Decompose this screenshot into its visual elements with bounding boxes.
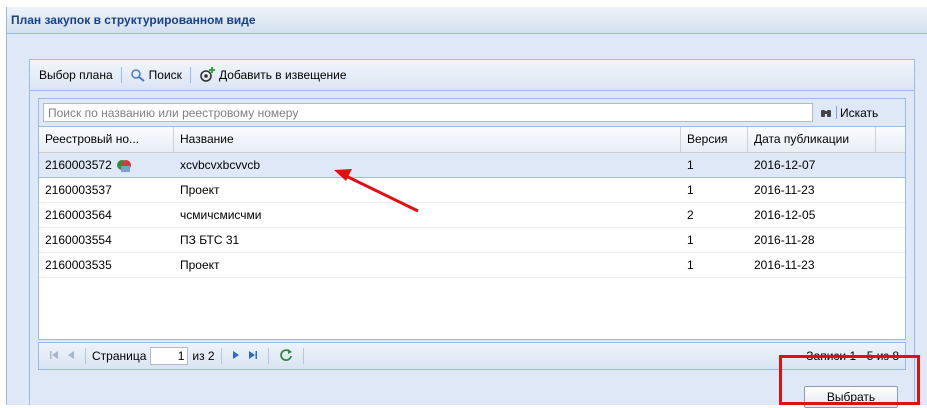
version-cell: 1 [687, 258, 694, 272]
pub-date-cell: 2016-12-07 [754, 158, 816, 172]
version-cell: 2 [687, 208, 694, 222]
status-icon [116, 157, 132, 173]
last-page-icon[interactable] [248, 350, 258, 363]
table-row[interactable]: 2160003572 xcvbcvxbcvvcb 1 2016-12-07 [39, 153, 905, 178]
add-to-notice-button[interactable]: Добавить в извещение [196, 66, 350, 84]
name-cell: ПЗ БТС 31 [180, 233, 240, 247]
search-submit-button[interactable]: Искать [820, 106, 878, 120]
pager-separator [220, 348, 222, 364]
toolbar-separator [120, 67, 122, 83]
search-toggle-label: Поиск [148, 68, 182, 82]
search-toggle-button[interactable]: Поиск [127, 68, 185, 82]
select-plan-label: Выбор плана [39, 68, 113, 82]
column-header-filler [876, 127, 905, 152]
plan-panel: Выбор плана Поиск Добавить в извещение П… [29, 59, 915, 408]
table-row[interactable]: 2160003554 ПЗ БТС 31 1 2016-11-28 [39, 228, 905, 253]
page-total: из 2 [192, 349, 215, 363]
first-page-icon[interactable] [49, 350, 59, 363]
pub-date-cell: 2016-11-23 [754, 258, 815, 272]
toolbar: Выбор плана Поиск Добавить в извещение [30, 60, 914, 91]
version-cell: 1 [687, 233, 694, 247]
reg-number-cell: 2160003537 [45, 183, 112, 197]
binoculars-icon [820, 107, 832, 119]
version-cell: 1 [687, 183, 694, 197]
search-submit-divider [836, 106, 837, 119]
table-header: Реестровый но... Название Версия Дата пу… [39, 127, 905, 153]
procurement-plan-window: План закупок в структурированном виде Вы… [6, 7, 927, 408]
pager-separator [302, 348, 304, 364]
column-header-reg-number[interactable]: Реестровый но... [39, 127, 174, 152]
name-cell: Проект [180, 258, 220, 272]
reg-number-value: 2160003572 [45, 158, 112, 172]
version-cell: 1 [687, 158, 694, 172]
column-header-name[interactable]: Название [174, 127, 681, 152]
toolbar-separator [189, 67, 191, 83]
name-cell: xcvbcvxbcvvcb [180, 158, 261, 172]
page-number-input[interactable] [150, 347, 189, 365]
reg-number-cell: 2160003535 [45, 258, 112, 272]
select-button-highlight [779, 355, 920, 405]
refresh-icon[interactable] [279, 348, 293, 365]
next-page-icon[interactable] [232, 350, 240, 363]
page-label: Страница [92, 349, 147, 363]
select-plan-button[interactable]: Выбор плана [36, 68, 116, 82]
search-icon [130, 68, 146, 82]
column-header-version[interactable]: Версия [681, 127, 748, 152]
pub-date-cell: 2016-11-23 [754, 183, 815, 197]
pub-date-cell: 2016-11-28 [754, 233, 815, 247]
add-plan-icon [199, 66, 217, 84]
table-row[interactable]: 2160003564 чсмичсмисчми 2 2016-12-05 [39, 203, 905, 228]
search-bar: Искать [39, 99, 905, 127]
search-submit-label: Искать [840, 105, 879, 120]
search-input[interactable] [43, 103, 813, 122]
pager-separator [85, 348, 86, 364]
reg-number-cell: 2160003554 [45, 233, 112, 247]
window-title: План закупок в структурированном виде [7, 7, 927, 34]
column-header-pub-date[interactable]: Дата публикации [748, 127, 876, 152]
name-cell: Проект [180, 183, 220, 197]
prev-page-icon[interactable] [67, 350, 75, 363]
add-to-notice-label: Добавить в извещение [218, 68, 347, 82]
pub-date-cell: 2016-12-05 [754, 208, 816, 222]
table-row[interactable]: 2160003535 Проект 1 2016-11-23 [39, 253, 905, 278]
table-row[interactable]: 2160003537 Проект 1 2016-11-23 [39, 178, 905, 203]
pagination-toolbar: Страница из 2 Записи 1 - 5 из 8 [38, 342, 906, 370]
pager-separator [267, 348, 269, 364]
reg-number-cell: 2160003572 [39, 153, 174, 177]
name-cell: чсмичсмисчми [180, 208, 262, 222]
plans-grid: Искать Реестровый но... Название Версия … [38, 98, 906, 340]
reg-number-cell: 2160003564 [45, 208, 112, 222]
